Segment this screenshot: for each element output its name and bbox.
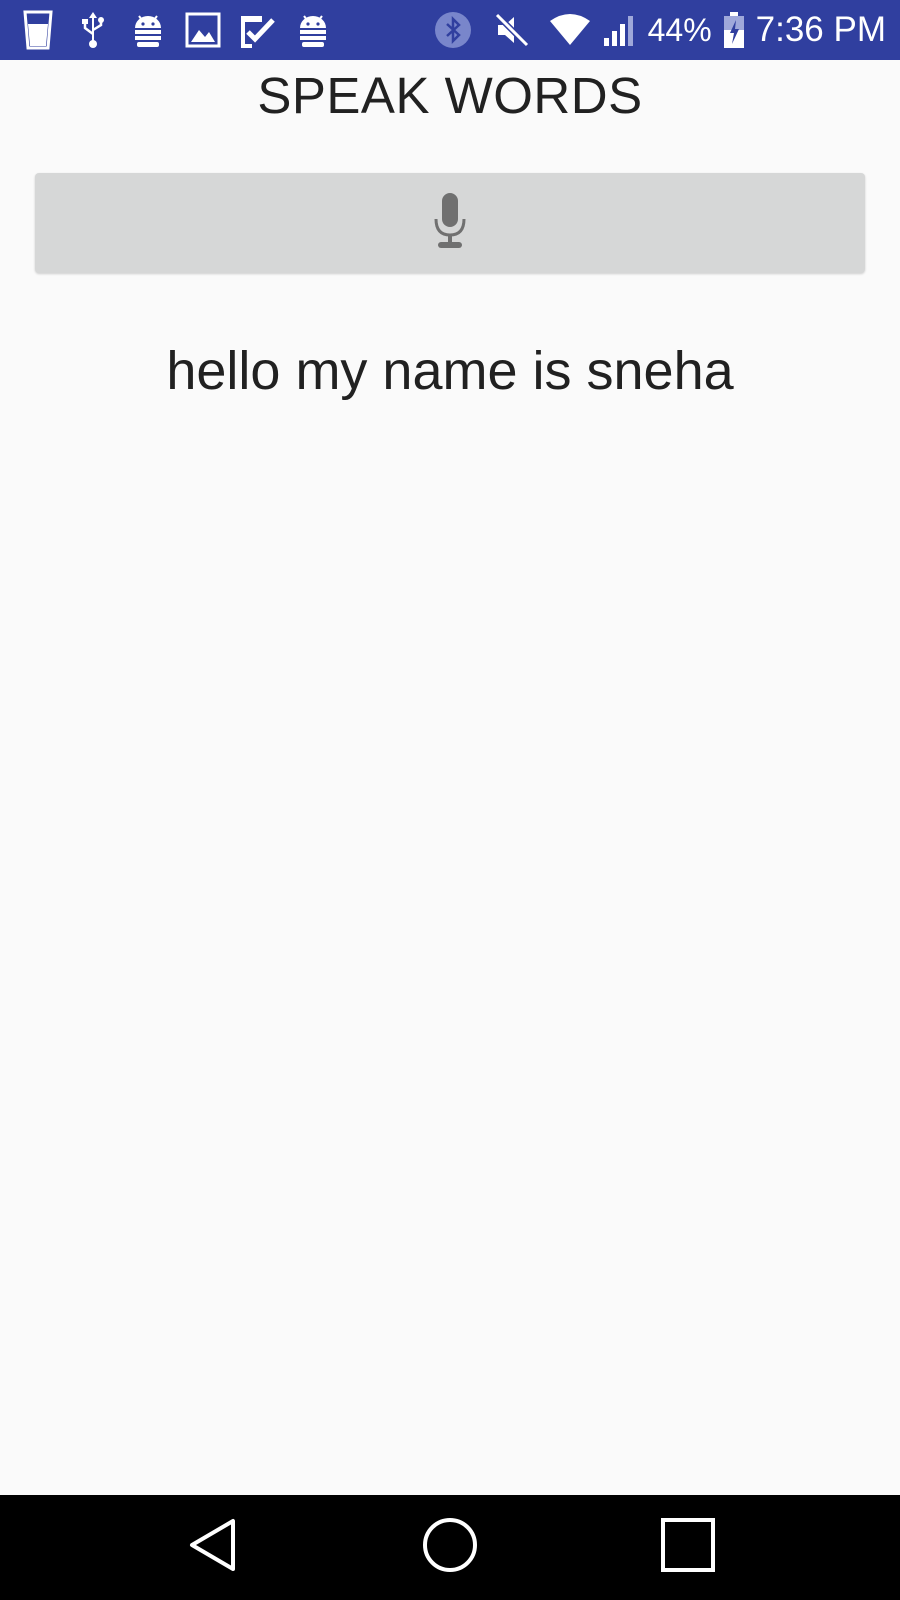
notification-icons xyxy=(20,0,350,60)
wifi-icon xyxy=(548,10,592,50)
home-button[interactable] xyxy=(390,1495,510,1600)
battery-percent: 44% xyxy=(647,11,712,48)
home-icon xyxy=(421,1516,479,1579)
android-debug-icon xyxy=(130,10,166,50)
cup-icon xyxy=(20,10,56,50)
back-button[interactable] xyxy=(153,1495,273,1600)
system-status: 44% 7:36 PM xyxy=(434,0,886,60)
mute-icon xyxy=(494,10,530,50)
image-icon xyxy=(185,10,221,50)
recognized-text: hello my name is sneha xyxy=(166,341,734,401)
back-icon xyxy=(187,1517,239,1578)
speak-button[interactable] xyxy=(35,173,865,273)
clock: 7:36 PM xyxy=(755,10,886,49)
android-icon xyxy=(295,10,331,50)
battery-icon xyxy=(722,10,746,50)
usb-icon xyxy=(75,10,111,50)
page-title: SPEAK WORDS xyxy=(257,67,643,124)
checklist-icon xyxy=(240,10,276,50)
cell-signal-icon xyxy=(602,10,638,50)
status-bar: 44% 7:36 PM xyxy=(0,0,900,60)
navigation-bar xyxy=(0,1495,900,1600)
recents-icon xyxy=(659,1516,717,1579)
recents-button[interactable] xyxy=(628,1495,748,1600)
bluetooth-icon xyxy=(434,10,472,50)
microphone-icon xyxy=(433,192,467,254)
